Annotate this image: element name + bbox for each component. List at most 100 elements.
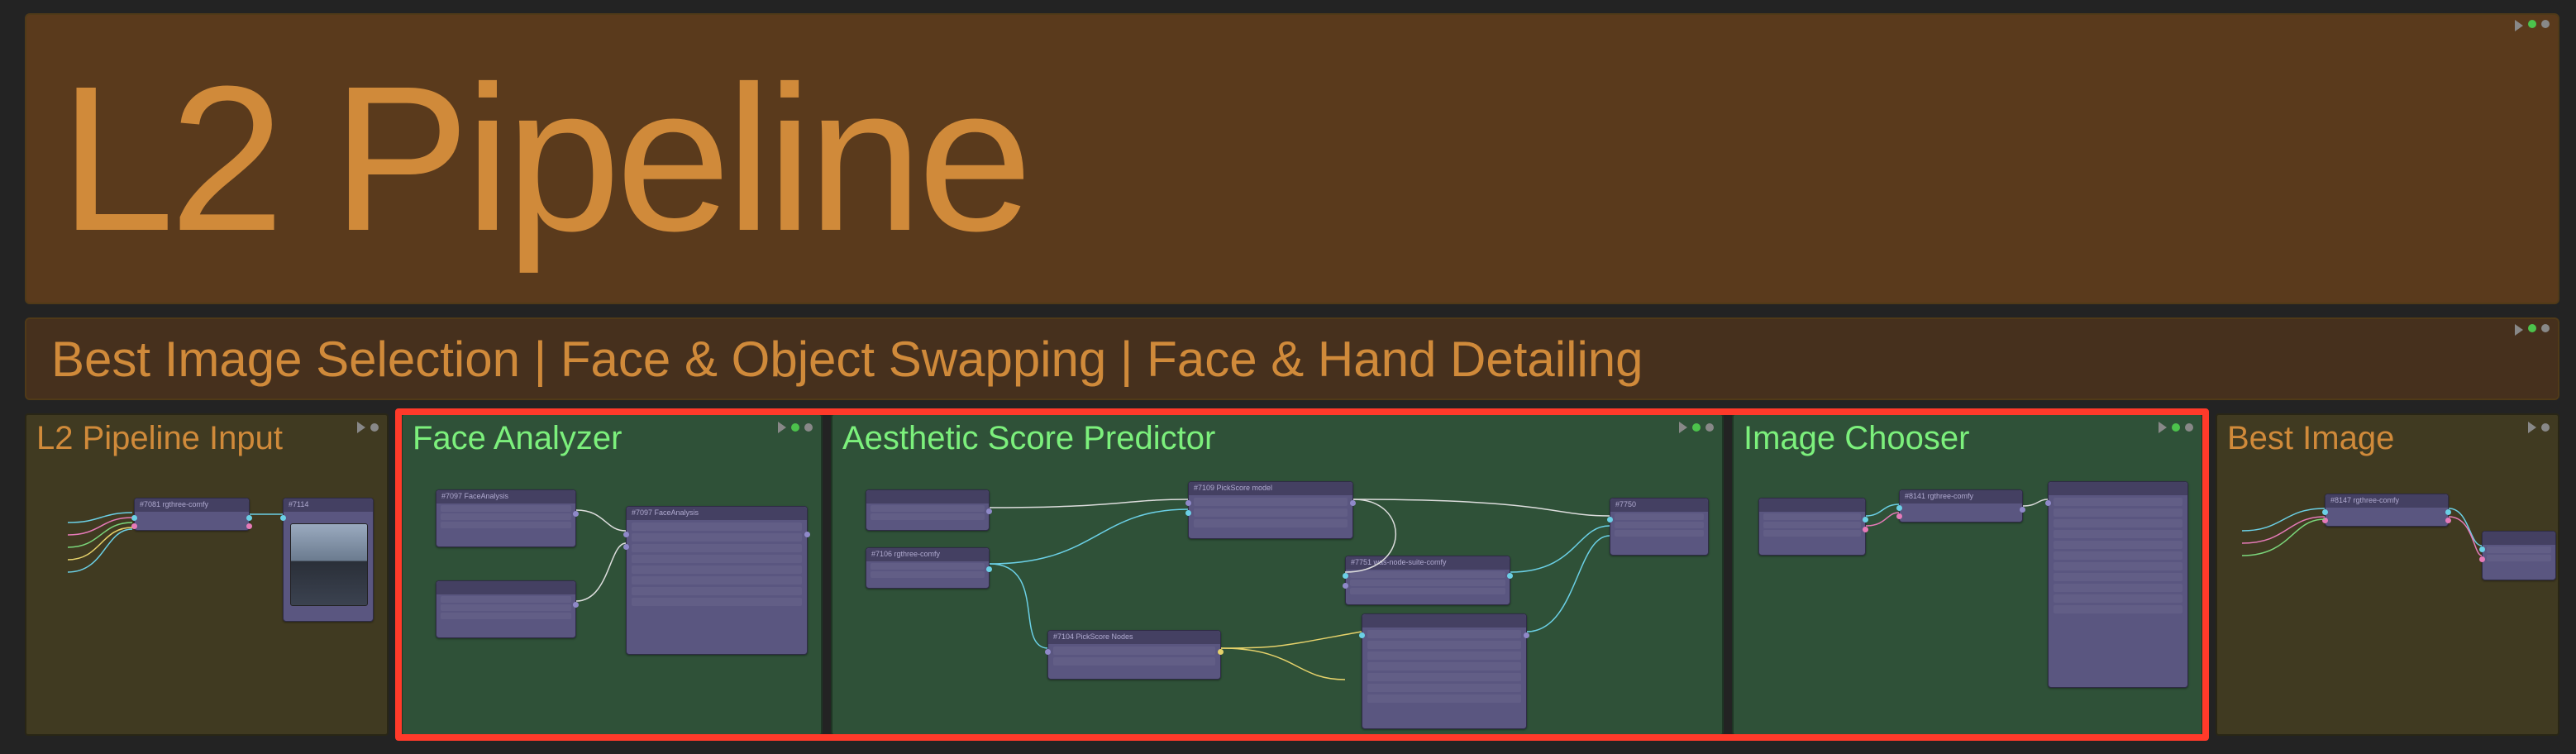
play-icon[interactable] — [778, 422, 786, 433]
input-port[interactable] — [2322, 518, 2328, 523]
toggle-dot-icon[interactable] — [1705, 423, 1714, 432]
play-icon[interactable] — [2528, 422, 2536, 433]
input-port[interactable] — [1896, 505, 1902, 511]
group-aesthetic-score[interactable]: Aesthetic Score Predictor #7106 rgthree-… — [831, 413, 1724, 736]
input-port[interactable] — [1343, 573, 1348, 579]
node-best-out[interactable] — [2482, 531, 2556, 580]
node-input-preview[interactable]: #7114 — [283, 498, 374, 622]
output-port[interactable] — [804, 532, 810, 537]
node-header — [1362, 614, 1526, 628]
status-dot-icon[interactable] — [2528, 20, 2536, 28]
output-port[interactable] — [986, 508, 992, 514]
input-port[interactable] — [623, 544, 629, 550]
node-face-a[interactable]: #7097 FaceAnalysis — [436, 489, 576, 547]
node-header: #7114 — [284, 499, 373, 512]
group-controls — [2159, 422, 2193, 433]
node-input-hub[interactable]: #7081 rgthree-comfy — [134, 498, 250, 531]
output-port[interactable] — [573, 602, 579, 608]
output-port[interactable] — [573, 511, 579, 517]
input-port[interactable] — [131, 523, 137, 529]
toggle-dot-icon[interactable] — [2541, 423, 2550, 432]
node-chooser-mid[interactable]: #8141 rgthree-comfy — [1899, 489, 2023, 523]
input-port[interactable] — [1185, 500, 1191, 506]
image-thumbnail — [290, 523, 368, 606]
status-dot-icon[interactable] — [1692, 423, 1701, 432]
node-aes-mid[interactable]: #7104 PickScore Nodes — [1047, 630, 1221, 680]
play-icon[interactable] — [2515, 20, 2523, 31]
output-port[interactable] — [1218, 649, 1224, 655]
node-aes-out[interactable]: #7750 — [1610, 498, 1709, 556]
node-aes-big[interactable] — [1362, 613, 1527, 729]
node-aes-math[interactable]: #7751 was-node-suite-comfy — [1345, 556, 1510, 605]
main-title: L2 Pipeline — [60, 55, 1028, 262]
play-icon[interactable] — [1679, 422, 1687, 433]
input-port[interactable] — [1343, 583, 1348, 589]
status-dot-icon[interactable] — [2172, 423, 2180, 432]
node-header: #7750 — [1610, 499, 1708, 512]
output-port[interactable] — [986, 566, 992, 572]
input-port[interactable] — [1359, 632, 1365, 638]
group-controls — [778, 422, 813, 433]
group-best-image[interactable]: Best Image #8147 rgthree-comfy — [2216, 413, 2559, 736]
node-aes-l1[interactable] — [866, 489, 990, 531]
input-port[interactable] — [1185, 510, 1191, 516]
toggle-dot-icon[interactable] — [2541, 20, 2550, 28]
node-header: #8147 rgthree-comfy — [2326, 494, 2448, 508]
group-controls — [1679, 422, 1714, 433]
group-controls — [2515, 324, 2550, 336]
output-port[interactable] — [2445, 509, 2451, 515]
group-title: Best Image — [2227, 420, 2394, 457]
group-face-analyzer[interactable]: Face Analyzer #7097 FaceAnalysis #7097 F… — [401, 413, 823, 736]
play-icon[interactable] — [357, 422, 365, 433]
node-header — [2049, 482, 2187, 495]
node-face-a2[interactable] — [436, 580, 576, 638]
node-header: #7097 FaceAnalysis — [436, 490, 575, 503]
output-port[interactable] — [2020, 507, 2025, 513]
input-port[interactable] — [1045, 649, 1051, 655]
toggle-dot-icon[interactable] — [2541, 324, 2550, 332]
input-port[interactable] — [280, 515, 286, 521]
status-dot-icon[interactable] — [791, 423, 799, 432]
input-port[interactable] — [2479, 556, 2485, 562]
output-port[interactable] — [1507, 573, 1513, 579]
group-l2-pipeline-input[interactable]: L2 Pipeline Input #7081 rgthree-comfy #7… — [25, 413, 389, 736]
status-dot-icon[interactable] — [2528, 324, 2536, 332]
group-title: Face Analyzer — [413, 420, 622, 457]
group-title: Aesthetic Score Predictor — [842, 420, 1215, 457]
subtitle-group[interactable]: Best Image Selection | Face & Object Swa… — [25, 317, 2559, 400]
node-header: #7081 rgthree-comfy — [135, 499, 249, 512]
output-port[interactable] — [1524, 632, 1529, 638]
input-port[interactable] — [623, 532, 629, 537]
node-face-b[interactable]: #7097 FaceAnalysis — [626, 506, 808, 655]
input-port[interactable] — [2479, 546, 2485, 552]
output-port[interactable] — [246, 515, 252, 521]
input-port[interactable] — [2045, 500, 2051, 506]
output-port[interactable] — [246, 523, 252, 529]
input-port[interactable] — [1896, 513, 1902, 519]
node-header: #7109 PickScore model — [1189, 482, 1352, 495]
play-icon[interactable] — [2159, 422, 2167, 433]
group-image-chooser[interactable]: Image Chooser #8141 rgthree-comfy — [1732, 413, 2203, 736]
input-port[interactable] — [2322, 509, 2328, 515]
node-best-hub[interactable]: #8147 rgthree-comfy — [2325, 494, 2449, 527]
input-port[interactable] — [1607, 517, 1613, 523]
output-port[interactable] — [1863, 517, 1868, 523]
toggle-dot-icon[interactable] — [804, 423, 813, 432]
play-icon[interactable] — [2515, 324, 2523, 336]
output-port[interactable] — [1863, 527, 1868, 532]
toggle-dot-icon[interactable] — [370, 423, 379, 432]
output-port[interactable] — [2445, 518, 2451, 523]
main-title-group[interactable]: L2 Pipeline — [25, 13, 2559, 304]
subtitle: Best Image Selection | Face & Object Swa… — [51, 331, 1643, 388]
node-chooser-l[interactable] — [1758, 498, 1866, 556]
node-chooser-big[interactable] — [2048, 481, 2188, 688]
toggle-dot-icon[interactable] — [2185, 423, 2193, 432]
input-port[interactable] — [131, 515, 137, 521]
output-port[interactable] — [1350, 500, 1356, 506]
node-header: #8141 rgthree-comfy — [1900, 490, 2022, 503]
node-aes-top[interactable]: #7109 PickScore model — [1188, 481, 1353, 539]
node-editor-canvas[interactable]: L2 Pipeline Best Image Selection | Face … — [0, 0, 2576, 754]
node-aes-l2[interactable]: #7106 rgthree-comfy — [866, 547, 990, 589]
group-controls — [357, 422, 379, 433]
node-header: #7097 FaceAnalysis — [627, 507, 807, 520]
